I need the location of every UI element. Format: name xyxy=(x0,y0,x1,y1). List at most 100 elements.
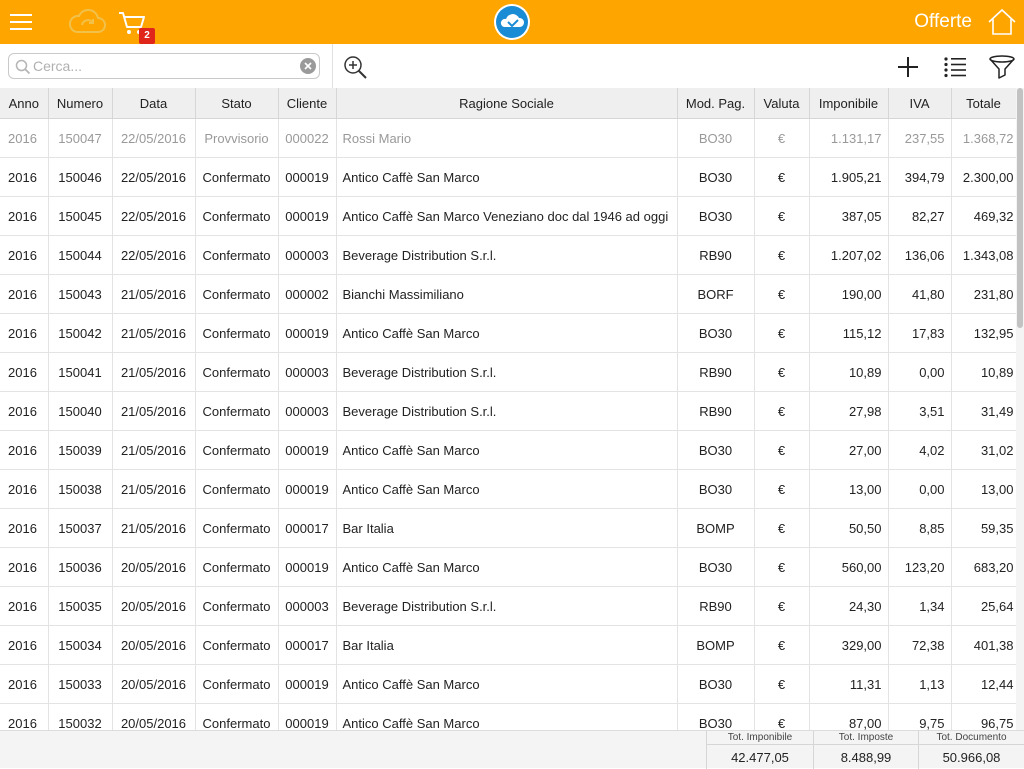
filter-icon[interactable] xyxy=(988,54,1016,80)
search-input[interactable] xyxy=(33,56,293,76)
totals-footer: Tot. Imponibile 42.477,05 Tot. Imposte 8… xyxy=(0,730,1024,769)
cell-data: 20/05/2016 xyxy=(112,703,196,730)
table-row[interactable]: 2016 150037 21/05/2016 Confermato 000017 Bar … xyxy=(0,508,1017,548)
cell-numero: 150036 xyxy=(48,547,113,587)
column-header-stato[interactable]: Stato xyxy=(195,88,279,119)
cell-imponibile: 190,00 xyxy=(809,274,889,314)
cell-anno: 2016 xyxy=(0,625,49,665)
zoom-in-icon[interactable] xyxy=(342,54,368,80)
column-header-cliente[interactable]: Cliente xyxy=(278,88,337,119)
scrollbar[interactable] xyxy=(1016,88,1024,730)
plus-icon[interactable] xyxy=(895,54,921,80)
cell-imponibile: 1.207,02 xyxy=(809,235,889,275)
cell-imponibile: 11,31 xyxy=(809,664,889,704)
column-header-data[interactable]: Data xyxy=(112,88,196,119)
cell-ragione-sociale: Antico Caffè San Marco xyxy=(336,664,678,704)
cell-cliente: 000002 xyxy=(278,274,337,314)
table-row[interactable]: 2016 150041 21/05/2016 Confermato 000003 Beve… xyxy=(0,352,1017,392)
table-row[interactable]: 2016 150047 22/05/2016 Provvisorio 000022 Ros… xyxy=(0,118,1017,158)
cell-anno: 2016 xyxy=(0,352,49,392)
table-row[interactable]: 2016 150045 22/05/2016 Confermato 000019 Anti… xyxy=(0,196,1017,236)
cell-anno: 2016 xyxy=(0,118,49,158)
cell-totale: 231,80 xyxy=(951,274,1017,314)
cell-valuta: € xyxy=(754,430,810,470)
cell-valuta: € xyxy=(754,118,810,158)
cell-ragione-sociale: Antico Caffè San Marco xyxy=(336,547,678,587)
table-row[interactable]: 2016 150036 20/05/2016 Confermato 000019 Anti… xyxy=(0,547,1017,587)
cell-data: 22/05/2016 xyxy=(112,157,196,197)
cell-imponibile: 13,00 xyxy=(809,469,889,509)
menu-icon[interactable] xyxy=(10,11,32,33)
cell-imponibile: 1.131,17 xyxy=(809,118,889,158)
cell-ragione-sociale: Rossi Mario xyxy=(336,118,678,158)
home-icon[interactable] xyxy=(987,8,1017,36)
cell-valuta: € xyxy=(754,508,810,548)
scrollbar-thumb[interactable] xyxy=(1017,88,1023,328)
cell-anno: 2016 xyxy=(0,508,49,548)
cell-mod-pag: BO30 xyxy=(677,664,755,704)
table-row[interactable]: 2016 150035 20/05/2016 Confermato 000003 Beve… xyxy=(0,586,1017,626)
table-row[interactable]: 2016 150033 20/05/2016 Confermato 000019 Anti… xyxy=(0,664,1017,704)
cell-cliente: 000019 xyxy=(278,313,337,353)
cell-cliente: 000019 xyxy=(278,196,337,236)
cloud-sync-icon[interactable] xyxy=(68,8,106,36)
cell-stato: Confermato xyxy=(195,157,279,197)
cell-mod-pag: BO30 xyxy=(677,703,755,730)
cell-iva: 82,27 xyxy=(888,196,952,236)
cell-numero: 150041 xyxy=(48,352,113,392)
cell-imponibile: 115,12 xyxy=(809,313,889,353)
offers-table-container: Anno Numero Data Stato Cliente Ragione Social… xyxy=(0,88,1024,730)
table-row[interactable]: 2016 150034 20/05/2016 Confermato 000017 Bar … xyxy=(0,625,1017,665)
cell-valuta: € xyxy=(754,235,810,275)
table-row[interactable]: 2016 150042 21/05/2016 Confermato 000019 Anti… xyxy=(0,313,1017,353)
cell-totale: 401,38 xyxy=(951,625,1017,665)
cell-anno: 2016 xyxy=(0,235,49,275)
cell-anno: 2016 xyxy=(0,469,49,509)
cell-totale: 683,20 xyxy=(951,547,1017,587)
table-row[interactable]: 2016 150040 21/05/2016 Confermato 000003 Beve… xyxy=(0,391,1017,431)
total-imponibile: Tot. Imponibile 42.477,05 xyxy=(706,731,813,769)
cell-imponibile: 329,00 xyxy=(809,625,889,665)
cell-mod-pag: RB90 xyxy=(677,586,755,626)
cell-numero: 150043 xyxy=(48,274,113,314)
table-row[interactable]: 2016 150038 21/05/2016 Confermato 000019 Anti… xyxy=(0,469,1017,509)
list-icon[interactable] xyxy=(942,54,968,80)
cell-data: 21/05/2016 xyxy=(112,469,196,509)
cell-totale: 132,95 xyxy=(951,313,1017,353)
table-row[interactable]: 2016 150046 22/05/2016 Confermato 000019 Anti… xyxy=(0,157,1017,197)
cell-data: 22/05/2016 xyxy=(112,196,196,236)
cell-cliente: 000003 xyxy=(278,586,337,626)
cell-iva: 72,38 xyxy=(888,625,952,665)
total-imponibile-label: Tot. Imponibile xyxy=(707,732,813,745)
cell-cliente: 000019 xyxy=(278,664,337,704)
column-header-numero[interactable]: Numero xyxy=(48,88,113,119)
cell-cliente: 000017 xyxy=(278,508,337,548)
column-header-mod-pag[interactable]: Mod. Pag. xyxy=(677,88,755,119)
table-row[interactable]: 2016 150032 20/05/2016 Confermato 000019 Anti… xyxy=(0,703,1017,730)
cell-stato: Confermato xyxy=(195,235,279,275)
cell-data: 20/05/2016 xyxy=(112,664,196,704)
cell-numero: 150038 xyxy=(48,469,113,509)
column-header-iva[interactable]: IVA xyxy=(888,88,952,119)
cell-numero: 150045 xyxy=(48,196,113,236)
column-header-imponibile[interactable]: Imponibile xyxy=(809,88,889,119)
cell-numero: 150037 xyxy=(48,508,113,548)
column-header-valuta[interactable]: Valuta xyxy=(754,88,810,119)
column-header-anno[interactable]: Anno xyxy=(0,88,49,119)
cell-stato: Confermato xyxy=(195,196,279,236)
table-row[interactable]: 2016 150039 21/05/2016 Confermato 000019 Anti… xyxy=(0,430,1017,470)
cell-totale: 10,89 xyxy=(951,352,1017,392)
cell-anno: 2016 xyxy=(0,430,49,470)
cell-iva: 41,80 xyxy=(888,274,952,314)
table-row[interactable]: 2016 150043 21/05/2016 Confermato 000002 Bian… xyxy=(0,274,1017,314)
table-row[interactable]: 2016 150044 22/05/2016 Confermato 000003 Beve… xyxy=(0,235,1017,275)
cell-valuta: € xyxy=(754,664,810,704)
clear-icon[interactable] xyxy=(300,58,316,74)
toolbar xyxy=(0,44,1024,88)
cell-totale: 96,75 xyxy=(951,703,1017,730)
search-icon xyxy=(15,59,31,75)
cell-ragione-sociale: Antico Caffè San Marco xyxy=(336,469,678,509)
column-header-totale[interactable]: Totale xyxy=(951,88,1017,119)
column-header-ragione-sociale[interactable]: Ragione Sociale xyxy=(336,88,678,119)
cell-totale: 25,64 xyxy=(951,586,1017,626)
